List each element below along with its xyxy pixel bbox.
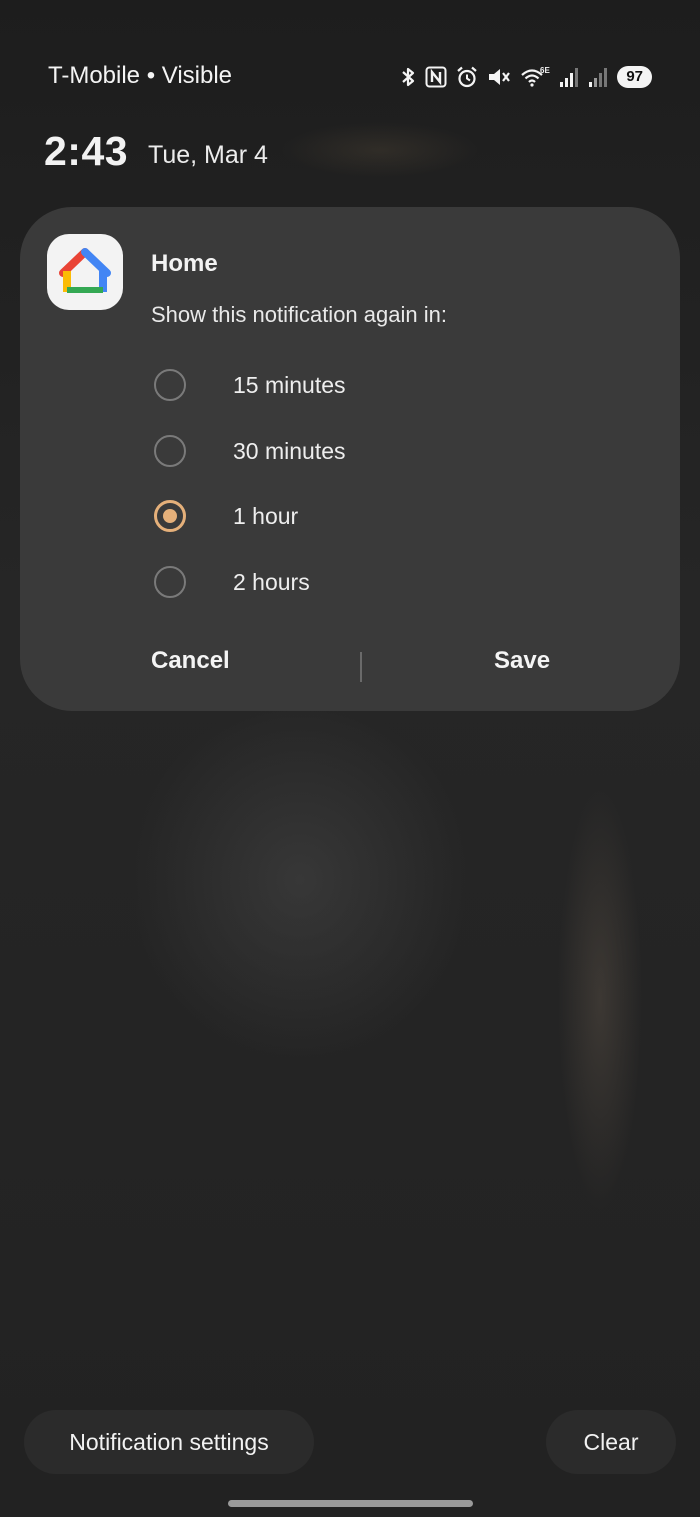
battery-badge: 97 bbox=[617, 66, 652, 88]
status-icons: 6E 97 bbox=[400, 64, 652, 90]
google-home-icon bbox=[47, 234, 123, 310]
snooze-option-2-hours[interactable]: 2 hours bbox=[154, 557, 574, 607]
cancel-button[interactable]: Cancel bbox=[151, 647, 230, 675]
radio-button[interactable] bbox=[154, 369, 186, 401]
snooze-option-15-minutes[interactable]: 15 minutes bbox=[154, 360, 574, 410]
notification-settings-button[interactable]: Notification settings bbox=[24, 1410, 314, 1474]
mute-icon bbox=[489, 69, 511, 85]
radio-button[interactable] bbox=[154, 435, 186, 467]
alarm-icon bbox=[457, 66, 478, 88]
carrier-label: T-Mobile • Visible bbox=[48, 62, 233, 89]
signal-icon bbox=[589, 68, 608, 87]
option-label: 30 minutes bbox=[233, 437, 346, 464]
lockscreen-time: 2:43 bbox=[44, 128, 129, 174]
clear-button[interactable]: Clear bbox=[546, 1410, 676, 1474]
snooze-prompt: Show this notification again in: bbox=[151, 302, 447, 327]
button-divider bbox=[360, 652, 362, 682]
option-label: 1 hour bbox=[233, 502, 299, 529]
snooze-option-30-minutes[interactable]: 30 minutes bbox=[154, 426, 574, 476]
app-name: Home bbox=[151, 250, 218, 277]
bluetooth-icon bbox=[402, 67, 415, 87]
snooze-notification-card: Home Show this notification again in: 15… bbox=[20, 207, 680, 711]
nfc-icon bbox=[425, 66, 447, 88]
svg-text:6E: 6E bbox=[540, 66, 550, 75]
signal-icon bbox=[560, 68, 579, 87]
radio-button-selected[interactable] bbox=[154, 500, 186, 532]
wifi-6e-icon: 6E bbox=[521, 66, 550, 87]
lockscreen-date: Tue, Mar 4 bbox=[148, 141, 268, 169]
radio-button[interactable] bbox=[154, 566, 186, 598]
option-label: 2 hours bbox=[233, 568, 310, 595]
home-indicator[interactable] bbox=[228, 1500, 473, 1507]
option-label: 15 minutes bbox=[233, 371, 346, 398]
snooze-option-1-hour[interactable]: 1 hour bbox=[154, 491, 574, 541]
status-bar: T-Mobile • Visible 6E 97 bbox=[0, 0, 700, 100]
save-button[interactable]: Save bbox=[494, 647, 550, 675]
